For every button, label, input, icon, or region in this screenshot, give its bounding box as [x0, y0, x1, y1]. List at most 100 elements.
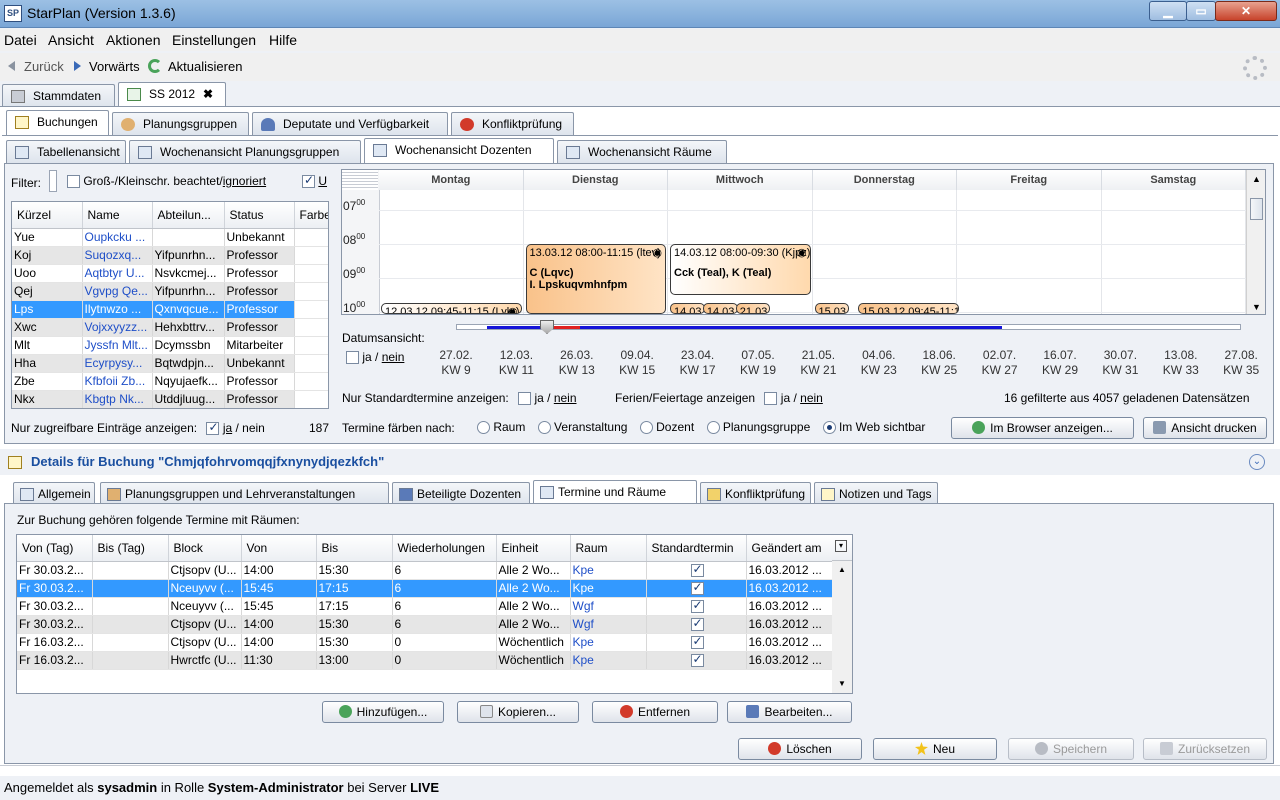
date-view-yes[interactable]: ja	[362, 350, 371, 364]
radio-dozent-label[interactable]: Dozent	[656, 420, 694, 434]
radio-raum[interactable]	[477, 421, 490, 435]
extra-checkbox[interactable]	[302, 173, 315, 189]
holiday-checkbox[interactable]	[764, 392, 778, 406]
calendar-event[interactable]: 15.03.12 09:45-11:15Uxioikq (Mpxv)	[858, 303, 960, 314]
lecturer-row[interactable]: Koj Suqozxq... Yifpunrhn... Professor	[12, 246, 328, 265]
calendar-event[interactable]: 14.03.12 08:00-09:30 (Kjpz) Cck (Teal), K…	[670, 243, 811, 295]
case-toggle[interactable]: Groß-/Kleinschr. beachtet/ignoriert	[67, 174, 266, 189]
print-button[interactable]: Ansicht drucken	[1143, 417, 1267, 439]
lecturer-row[interactable]: Uoo Aqtbtyr U... Nsvkcmej... Professor	[12, 264, 328, 283]
access-checkbox[interactable]	[206, 420, 220, 436]
termine-column-header[interactable]: Bis (Tag)	[92, 535, 169, 562]
tab-deputate[interactable]: Deputate und Verfügbarkeit	[252, 112, 448, 136]
termine-column-header[interactable]: Bis	[316, 535, 393, 562]
radio-dozent[interactable]	[639, 421, 653, 435]
access-yes[interactable]: ja	[223, 421, 232, 435]
standard-yes[interactable]: ja	[534, 391, 543, 405]
holiday-no[interactable]: nein	[800, 391, 823, 405]
menu-aktionen[interactable]: Aktionen	[106, 32, 160, 48]
lecturer-row[interactable]: Hha Ecyrpysy... Bqtwdpjn... Unbekannt	[12, 354, 328, 373]
standard-checkbox[interactable]	[690, 616, 704, 632]
close-tab-icon[interactable]: ✖	[203, 87, 213, 101]
col-abteilung[interactable]: Abteilun...	[152, 202, 225, 229]
case-checkbox[interactable]	[67, 175, 80, 189]
termine-column-header[interactable]: Standardtermin	[646, 535, 747, 562]
add-button[interactable]: Hinzufügen...	[322, 701, 444, 723]
termine-row[interactable]: Fr 30.03.2... Nceuyvv (... 15:45 17:15 6 Alle…	[17, 579, 833, 598]
tab-tabellenansicht[interactable]: Tabellenansicht	[6, 140, 126, 164]
tab-planungsgruppen[interactable]: Planungsgruppen	[112, 112, 249, 136]
termine-column-header[interactable]: Wiederholungen	[392, 535, 497, 562]
calendar-event[interactable]: 14.03.Uxioik	[670, 303, 705, 314]
calendar-scrollbar[interactable]: ▲ ▼	[1246, 170, 1265, 314]
termine-column-header[interactable]: Block	[168, 535, 242, 562]
copy-button[interactable]: Kopieren...	[457, 701, 579, 723]
termine-column-header[interactable]: Einheit	[496, 535, 571, 562]
standard-checkbox[interactable]	[690, 562, 704, 578]
col-status[interactable]: Status	[224, 202, 295, 229]
tab-wochenansicht-planungsgruppen[interactable]: Wochenansicht Planungsgruppen	[129, 140, 361, 164]
scroll-thumb[interactable]	[1250, 198, 1263, 220]
menu-ansicht[interactable]: Ansicht	[48, 32, 94, 48]
back-button[interactable]: Zurück	[24, 59, 64, 74]
minimize-button[interactable]: ▁	[1149, 1, 1187, 21]
tab-wochenansicht-dozenten[interactable]: Wochenansicht Dozenten	[364, 138, 554, 164]
edit-button[interactable]: Bearbeiten...	[727, 701, 852, 723]
tab-ss-2012[interactable]: SS 2012 ✖	[118, 82, 226, 108]
standard-checkbox[interactable]	[690, 634, 704, 650]
termine-row[interactable]: Fr 16.03.2... Hwrctfc (U... 11:30 13:00 0 Wöc…	[17, 651, 833, 670]
radio-planungsgruppe[interactable]	[706, 421, 720, 435]
standard-checkbox[interactable]	[690, 580, 704, 596]
new-button[interactable]: Neu	[873, 738, 997, 760]
standard-no[interactable]: nein	[554, 391, 577, 405]
termine-column-header[interactable]: Geändert am	[746, 535, 833, 562]
menu-hilfe[interactable]: Hilfe	[269, 32, 297, 48]
calendar-event[interactable]: 21.03.12 09Uxioikq (	[735, 303, 771, 314]
forward-button[interactable]: Vorwärts	[89, 59, 140, 74]
termine-scrollbar[interactable]: ▲ ▼	[832, 561, 852, 693]
radio-veranstaltung-label[interactable]: Veranstaltung	[554, 420, 627, 434]
radio-web-label[interactable]: Im Web sichtbar	[839, 420, 925, 434]
save-button[interactable]: Speichern	[1008, 738, 1134, 760]
tab-konfliktpruefung[interactable]: Konfliktprüfung	[451, 112, 574, 136]
refresh-button[interactable]: Aktualisieren	[168, 59, 242, 74]
close-button[interactable]: ✕	[1215, 1, 1277, 21]
calendar-event[interactable]: 14.03.Uxioik	[702, 303, 738, 314]
termine-column-header[interactable]: Raum	[570, 535, 647, 562]
date-view-checkbox[interactable]	[346, 351, 359, 365]
column-chooser-icon[interactable]: ▾	[832, 535, 852, 561]
calendar-event[interactable]: 13.03.12 08:00-11:15 (ltev) C (Lqvc) I. Lp…	[525, 243, 666, 314]
collapse-icon[interactable]: ⌄	[1249, 454, 1265, 470]
delete-button[interactable]: Löschen	[738, 738, 862, 760]
termine-column-header[interactable]: Von (Tag)	[17, 535, 93, 562]
termine-row[interactable]: Fr 30.03.2... Nceuyvv (... 15:45 17:15 6 Alle…	[17, 597, 833, 616]
scroll-down-icon[interactable]: ▼	[1252, 302, 1261, 312]
lecturer-row[interactable]: Xwc Vojxxyyzz... Hehxbttrv... Professor	[12, 318, 328, 337]
scroll-up-icon[interactable]: ▲	[1252, 174, 1261, 184]
date-view-no[interactable]: nein	[382, 350, 405, 364]
menu-datei[interactable]: Datei	[4, 32, 37, 48]
filter-input[interactable]	[49, 170, 57, 192]
menu-einstellungen[interactable]: Einstellungen	[172, 32, 256, 48]
col-farbe[interactable]: Farbe	[294, 202, 328, 229]
radio-veranstaltung[interactable]	[537, 421, 551, 435]
termine-row[interactable]: Fr 30.03.2... Ctjsopv (U... 14:00 15:30 6 All…	[17, 561, 833, 580]
lecturer-row[interactable]: Lps Ilytnwzo ... Qxnvqcue... Professor	[12, 300, 328, 319]
tab-buchungen[interactable]: Buchungen	[6, 110, 109, 136]
termine-column-header[interactable]: Von	[241, 535, 317, 562]
lecturer-row[interactable]: Yue Oupkcku ... Unbekannt	[12, 228, 328, 247]
calendar-event[interactable]: 15.03.Uxioik	[814, 303, 850, 314]
lecturer-row[interactable]: Mlt Jyssfn Mlt... Dcymssbn Mitarbeiter	[12, 336, 328, 355]
remove-button[interactable]: Entfernen	[592, 701, 718, 723]
reset-button[interactable]: Zurücksetzen	[1143, 738, 1267, 760]
access-no[interactable]: nein	[242, 421, 265, 435]
tab-stammdaten[interactable]: Stammdaten	[2, 84, 115, 108]
standard-checkbox[interactable]	[690, 598, 704, 614]
radio-planungsgruppe-label[interactable]: Planungsgruppe	[723, 420, 810, 434]
lecturer-row[interactable]: Nkx Kbgtp Nk... Utddjluug... Professor	[12, 390, 328, 408]
maximize-button[interactable]: ▭	[1186, 1, 1216, 21]
holiday-yes[interactable]: ja	[781, 391, 790, 405]
termine-row[interactable]: Fr 16.03.2... Ctjsopv (U... 14:00 15:30 0 Wöc…	[17, 633, 833, 652]
filter-extra[interactable]: U	[302, 173, 327, 189]
lecturer-row[interactable]: Zbe Kfbfoii Zb... Nqyujaefk... Professor	[12, 372, 328, 391]
